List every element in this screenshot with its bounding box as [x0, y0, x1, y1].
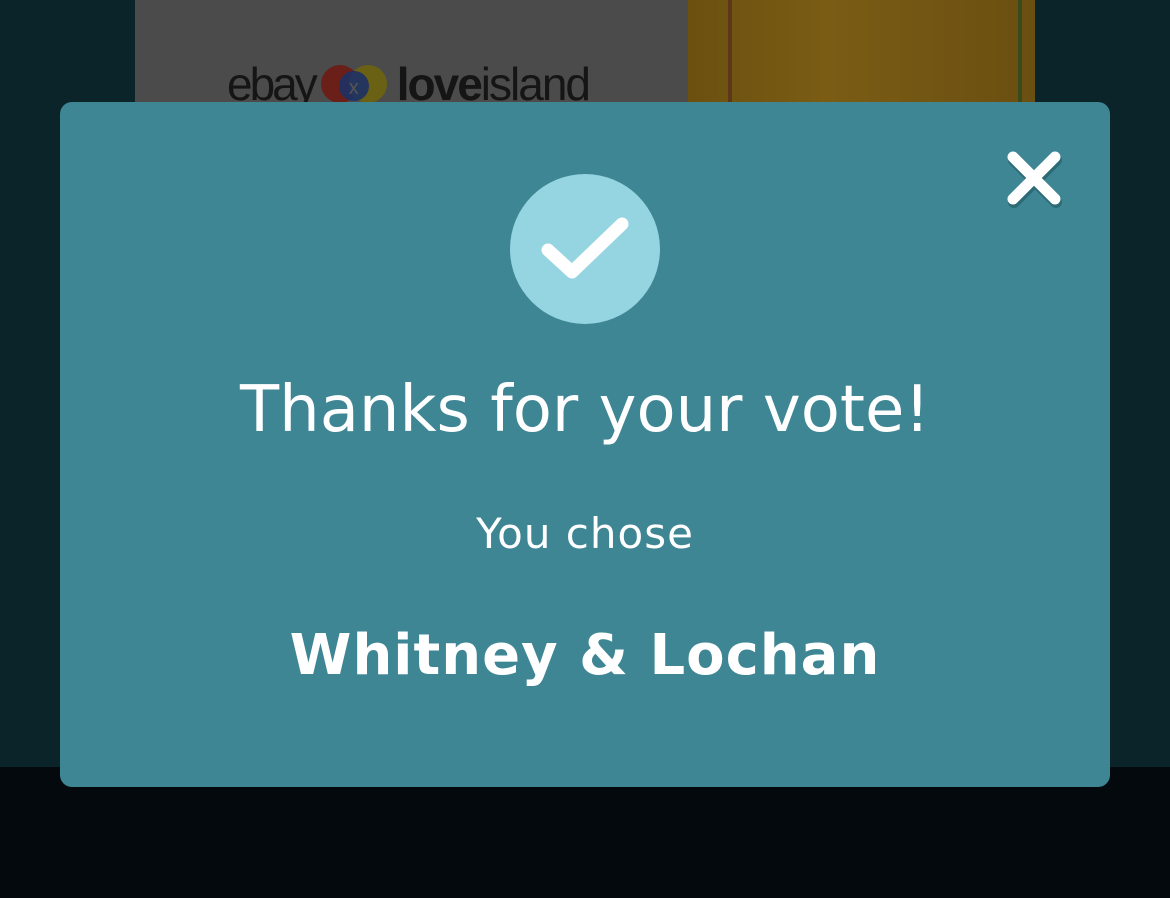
selected-couple: Whitney & Lochan [289, 623, 881, 688]
banner-photo [688, 0, 1035, 102]
close-button[interactable] [998, 142, 1070, 214]
ebay-love-island-logo: ebay x loveisland [227, 54, 591, 102]
logo-island-word: island [480, 58, 591, 102]
ebay-logo-text: ebay [227, 58, 318, 102]
logo-love-word: love [396, 58, 483, 102]
partnership-x-icon: x [320, 63, 391, 102]
success-badge [510, 174, 660, 324]
checkmark-icon [541, 217, 629, 279]
promo-banner: ebay x loveisland [135, 0, 1035, 102]
close-icon [1007, 151, 1062, 208]
modal-subtitle: You chose [476, 509, 694, 558]
modal-title: Thanks for your vote! [240, 373, 930, 447]
vote-confirmation-modal: Thanks for your vote! You chose Whitney … [60, 102, 1110, 787]
partnership-x-letter: x [348, 77, 359, 99]
love-island-logo-text: loveisland [396, 58, 591, 102]
